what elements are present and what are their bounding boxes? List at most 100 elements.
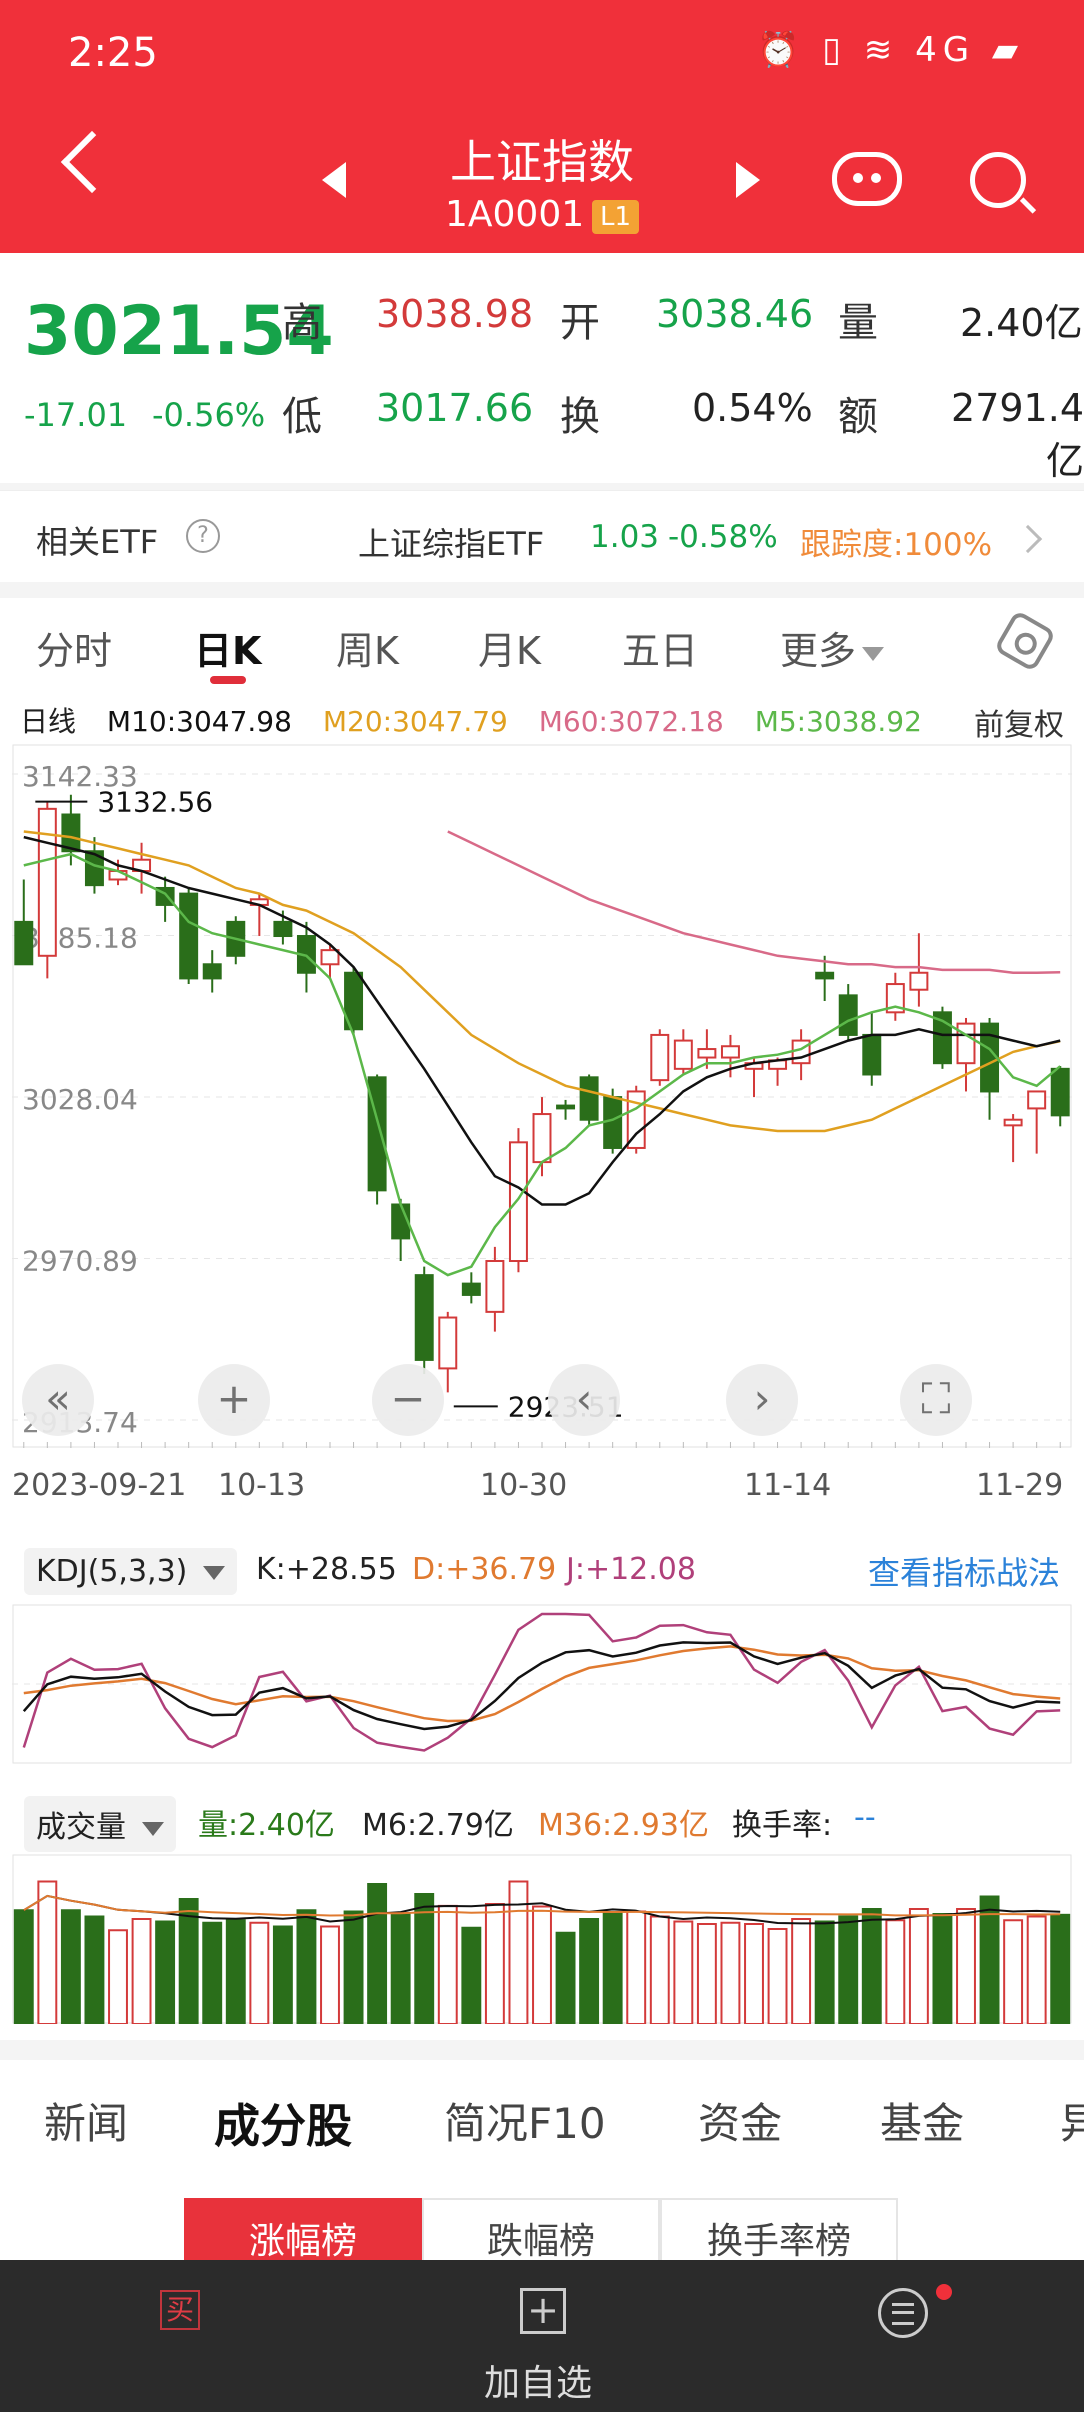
price-change-pct: -0.56% <box>152 396 266 434</box>
volume-bar <box>37 1880 58 2024</box>
add-watchlist-icon[interactable]: + <box>520 2288 566 2334</box>
fullscreen-button[interactable]: ⛶ <box>900 1364 972 1436</box>
kdj-name: KDJ(5,3,3) <box>36 1554 188 1589</box>
volume-bar <box>673 1920 694 2024</box>
zoom-out-button[interactable]: − <box>372 1364 444 1436</box>
tab-f10[interactable]: 简况F10 <box>444 2090 606 2151</box>
volume-bar <box>508 1880 529 2024</box>
top-bar: 2:25 ⏰ ▯ ≋ 4G ▰ 上证指数 1A0001 L1 <box>0 0 1084 253</box>
menu-icon[interactable] <box>878 2288 928 2338</box>
turnover-value: 0.54% <box>692 386 813 430</box>
volume-value-label: 量:2.40亿 <box>198 1808 335 1843</box>
candle-body <box>720 1045 740 1059</box>
add-watchlist-label[interactable]: 加自选 <box>484 2354 592 2406</box>
volume-bar <box>744 1923 764 2024</box>
volume-bar <box>1026 1915 1047 2024</box>
candle-body <box>838 994 858 1036</box>
candle-body <box>414 1274 434 1361</box>
candle-body <box>461 1282 481 1296</box>
volume-selector[interactable]: 成交量 <box>24 1796 176 1852</box>
kdj-selector[interactable]: KDJ(5,3,3) <box>24 1548 237 1595</box>
tab-fenshi[interactable]: 分时 <box>36 620 112 675</box>
volume-bar <box>532 1905 552 2024</box>
legend-kind: 日线 <box>20 705 77 738</box>
caret-down-icon <box>141 1821 164 1836</box>
buy-button[interactable]: 买 <box>160 2290 200 2330</box>
tab-more[interactable]: 更多 <box>780 620 885 675</box>
volume-bar <box>602 1911 623 2024</box>
kdj-chart <box>12 1604 1072 1764</box>
tab-week-k[interactable]: 周K <box>336 620 399 675</box>
candle-body <box>673 1039 693 1070</box>
volume-bar <box>1050 1913 1071 2024</box>
tab-components[interactable]: 成分股 <box>214 2090 352 2156</box>
chevron-right-icon[interactable] <box>1013 524 1043 554</box>
tab-funds[interactable]: 资金 <box>698 2090 782 2151</box>
status-time: 2:25 <box>68 30 158 76</box>
low-value: 3017.66 <box>376 386 534 430</box>
volume-bar <box>767 1928 788 2024</box>
candle-body <box>1027 1090 1047 1110</box>
candle-body <box>697 1048 717 1059</box>
help-icon[interactable]: ? <box>186 519 220 553</box>
volume-bar <box>1003 1919 1024 2024</box>
volume-bar <box>178 1898 199 2024</box>
volume-value: 2.40亿 <box>960 301 1083 345</box>
x-label-2: 10-13 <box>218 1468 306 1503</box>
candlestick-chart[interactable]: 3142.333085.183028.042970.892913.743132.… <box>12 744 1072 1448</box>
volume-bar <box>696 1923 717 2024</box>
related-etf-bar[interactable]: 相关ETF ? 上证综指ETF 1.03 -0.58% 跟踪度:100% <box>0 490 1084 582</box>
rewind-button[interactable]: « <box>22 1364 94 1436</box>
stock-code: 1A0001 <box>445 194 585 235</box>
etf-name: 上证综指ETF <box>358 525 545 563</box>
indicator-strategy-link[interactable]: 查看指标战法 <box>868 1548 1060 1594</box>
volume-bar <box>367 1883 388 2024</box>
adjust-mode[interactable]: 前复权 <box>974 700 1064 744</box>
y-tick-label: 3028.04 <box>22 1083 138 1116</box>
turnover-rate-value: -- <box>854 1800 876 1835</box>
tab-day-k[interactable]: 日K <box>194 620 261 675</box>
candle-body <box>1050 1067 1070 1117</box>
settings-icon[interactable] <box>993 609 1057 673</box>
next-stock-icon[interactable] <box>736 162 760 198</box>
next-button[interactable]: › <box>726 1364 798 1436</box>
assistant-robot-icon[interactable] <box>832 152 902 206</box>
zoom-in-button[interactable]: + <box>198 1364 270 1436</box>
volume-bar <box>461 1926 482 2024</box>
notification-dot <box>936 2284 952 2300</box>
volume-chart <box>12 1854 1072 2024</box>
legend-m60: M60:3072.18 <box>538 705 724 738</box>
volume-bar <box>932 1913 953 2024</box>
volume-bar <box>791 1918 812 2024</box>
tab-news[interactable]: 新闻 <box>44 2090 128 2151</box>
high-label: 高 <box>282 300 322 346</box>
prev-button[interactable]: ‹ <box>548 1364 620 1436</box>
candle-body <box>650 1033 670 1082</box>
tab-month-k[interactable]: 月K <box>478 620 541 675</box>
volume-bar <box>814 1920 835 2024</box>
search-icon[interactable] <box>970 152 1026 208</box>
volume-bar <box>131 1918 152 2024</box>
etf-price: 1.03 <box>590 519 660 555</box>
kdj-k: K:+28.55 <box>256 1552 397 1587</box>
volume-bar <box>649 1915 670 2024</box>
volume-bar <box>155 1920 176 2024</box>
chart-frame <box>12 744 1072 1448</box>
volume-bar <box>249 1921 270 2024</box>
tab-fund[interactable]: 基金 <box>880 2090 964 2151</box>
volume-label: 量 <box>838 300 878 346</box>
x-label-4: 11-14 <box>744 1468 832 1503</box>
tab-five-day[interactable]: 五日 <box>622 620 698 675</box>
candle-body <box>791 1039 811 1065</box>
candle-body <box>909 971 929 991</box>
kdj-k-line <box>22 1641 1061 1731</box>
candle-body <box>556 1104 576 1110</box>
etf-title: 相关ETF <box>36 523 159 561</box>
low-label: 低 <box>282 394 322 440</box>
volume-bar <box>484 1903 505 2024</box>
tab-more-cut[interactable]: 异 <box>1060 2090 1084 2151</box>
ma-legend: 日线 M10:3047.98 M20:3047.79 M60:3072.18 M… <box>20 700 944 740</box>
volume-m6: M6:2.79亿 <box>362 1808 514 1843</box>
candle-body <box>320 949 340 966</box>
candle-body <box>202 963 222 980</box>
